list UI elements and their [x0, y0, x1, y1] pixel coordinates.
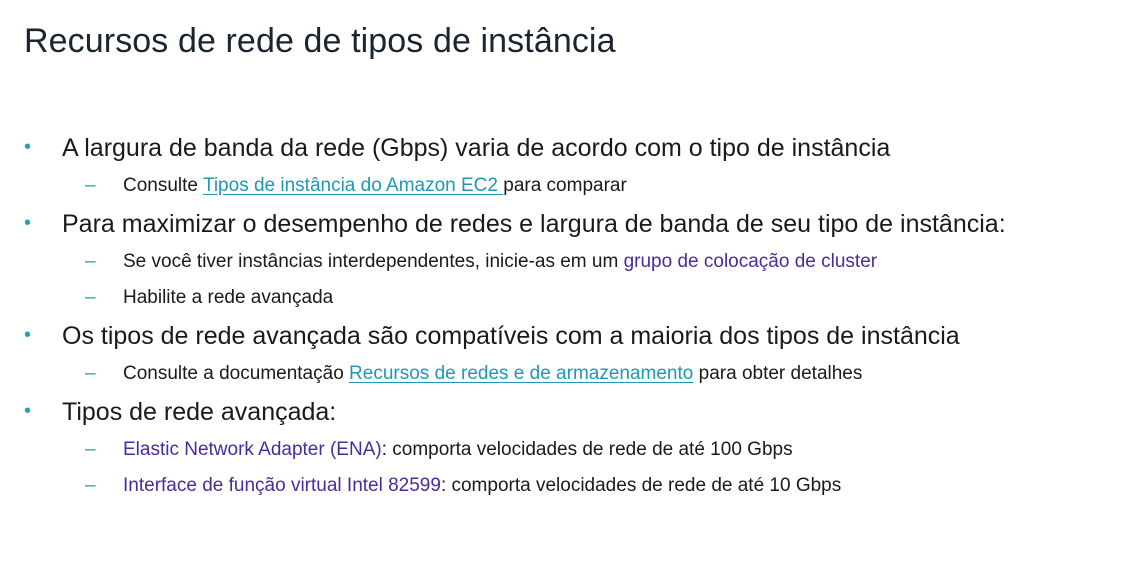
sub-bullet-text: Consulte Tipos de instância do Amazon EC…	[123, 175, 627, 196]
bullet-item: • Tipos de rede avançada:	[24, 392, 1124, 432]
bullet-list: • A largura de banda da rede (Gbps) vari…	[24, 128, 1124, 504]
dash-icon: –	[85, 363, 96, 384]
bullet-text: Tipos de rede avançada:	[62, 397, 337, 426]
dash-icon: –	[85, 439, 96, 460]
bullet-text: Para maximizar o desempenho de redes e l…	[62, 209, 1006, 238]
sub-bullet-item: – Interface de função virtual Intel 8259…	[24, 468, 1124, 504]
slide-title: Recursos de rede de tipos de instância	[24, 22, 616, 60]
bullet-item: • Para maximizar o desempenho de redes e…	[24, 204, 1124, 244]
dash-icon: –	[85, 287, 96, 308]
bullet-item: • A largura de banda da rede (Gbps) vari…	[24, 128, 1124, 168]
sub-bullet-text: Habilite a rede avançada	[123, 287, 334, 308]
ena-term: Elastic Network Adapter (ENA)	[123, 439, 382, 460]
network-storage-features-link[interactable]: Recursos de redes e de armazenamento	[349, 363, 693, 384]
sub-bullet-text: Elastic Network Adapter (ENA): comporta …	[123, 439, 793, 460]
ec2-instance-types-link[interactable]: Tipos de instância do Amazon EC2	[203, 175, 503, 196]
sub-bullet-item: – Consulte Tipos de instância do Amazon …	[24, 168, 1124, 204]
bullet-item: • Os tipos de rede avançada são compatív…	[24, 316, 1124, 356]
sub-bullet-text: Interface de função virtual Intel 82599:…	[123, 475, 842, 496]
intel-82599-vf-term: Interface de função virtual Intel 82599	[123, 475, 441, 496]
cluster-placement-group-term: grupo de colocação de cluster	[623, 251, 878, 272]
bullet-text: Os tipos de rede avançada são compatívei…	[62, 321, 960, 350]
bullet-icon: •	[24, 324, 32, 347]
sub-bullet-item: – Consulte a documentação Recursos de re…	[24, 356, 1124, 392]
bullet-icon: •	[24, 136, 32, 159]
sub-bullet-item: – Se você tiver instâncias interdependen…	[24, 244, 1124, 280]
sub-bullet-item: – Habilite a rede avançada	[24, 280, 1124, 316]
dash-icon: –	[85, 251, 96, 272]
dash-icon: –	[85, 475, 96, 496]
bullet-icon: •	[24, 212, 32, 235]
bullet-icon: •	[24, 400, 32, 423]
sub-bullet-text: Se você tiver instâncias interdependente…	[123, 251, 878, 272]
dash-icon: –	[85, 175, 96, 196]
bullet-text: A largura de banda da rede (Gbps) varia …	[62, 133, 891, 162]
sub-bullet-text: Consulte a documentação Recursos de rede…	[123, 363, 863, 384]
sub-bullet-item: – Elastic Network Adapter (ENA): comport…	[24, 432, 1124, 468]
